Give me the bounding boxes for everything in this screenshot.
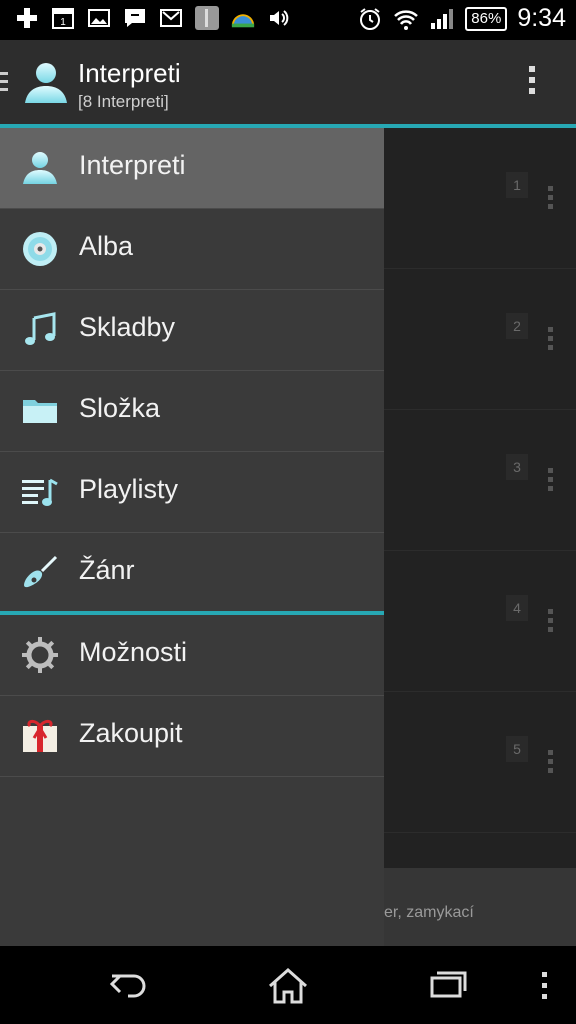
drawer-item-label: Skladby	[79, 312, 176, 342]
now-playing-strip[interactable]: er, zamykací	[384, 868, 576, 946]
status-bar: 1 86% 9:34	[0, 0, 576, 40]
recent-apps-icon[interactable]	[428, 966, 468, 1006]
drawer-item-label: Zakoupit	[79, 718, 183, 748]
drawer-indicator-icon[interactable]	[0, 72, 8, 94]
gear-icon	[20, 635, 60, 675]
album-disc-icon	[20, 229, 60, 269]
drawer-item-playlisty[interactable]: Playlisty	[0, 452, 384, 533]
item-menu-icon[interactable]	[548, 609, 554, 636]
list-item[interactable]: 1	[384, 128, 576, 269]
drawer-item-label: Playlisty	[79, 474, 179, 504]
wifi-icon	[393, 6, 419, 32]
drawer-item-skladby[interactable]: Skladby	[0, 290, 384, 371]
alarm-icon	[357, 6, 383, 32]
home-icon[interactable]	[266, 966, 310, 1006]
artist-avatar-icon[interactable]	[22, 58, 70, 106]
track-badge: 5	[506, 736, 528, 762]
message-icon	[122, 5, 148, 31]
battery-level: 86%	[465, 6, 508, 31]
calendar-icon: 1	[50, 5, 76, 31]
drawer-item-moznosti[interactable]: Možnosti	[0, 615, 384, 696]
playlist-icon	[20, 472, 60, 512]
weather-icon	[230, 5, 256, 31]
navigation-bar	[0, 946, 576, 1024]
clock: 9:34	[517, 4, 566, 32]
drawer-item-zakoupit[interactable]: Zakoupit	[0, 696, 384, 777]
page-title: Interpreti	[78, 58, 181, 88]
drawer-item-label: Alba	[79, 231, 134, 261]
artist-icon	[20, 148, 60, 188]
app-icon	[194, 5, 220, 31]
now-playing-text: er, zamykací	[384, 904, 474, 921]
overflow-menu-icon[interactable]	[522, 66, 542, 104]
background-list: 1 2 3 4 5	[384, 128, 576, 868]
drawer-item-zanr[interactable]: Žánr	[0, 533, 384, 614]
track-badge: 2	[506, 313, 528, 339]
track-badge: 3	[506, 454, 528, 480]
folder-icon	[20, 391, 60, 431]
volume-icon	[266, 5, 292, 31]
list-item[interactable]: 3	[384, 410, 576, 551]
menu-icon[interactable]	[540, 966, 550, 1006]
item-menu-icon[interactable]	[548, 750, 554, 777]
drawer-item-label: Interpreti	[79, 150, 186, 180]
navigation-drawer: Interpreti Alba Skladby Složka Playlisty…	[0, 128, 384, 946]
drawer-item-label: Žánr	[79, 555, 135, 585]
list-item[interactable]: 5	[384, 692, 576, 833]
guitar-icon	[20, 553, 60, 593]
drawer-item-alba[interactable]: Alba	[0, 209, 384, 290]
item-menu-icon[interactable]	[548, 327, 554, 354]
drawer-item-interpreti[interactable]: Interpreti	[0, 128, 384, 209]
item-menu-icon[interactable]	[548, 186, 554, 213]
list-item[interactable]: 4	[384, 551, 576, 692]
list-item[interactable]: 2	[384, 269, 576, 410]
track-badge: 4	[506, 595, 528, 621]
gift-icon	[20, 716, 60, 756]
page-subtitle: [8 Interpreti]	[78, 92, 169, 111]
drawer-item-slozka[interactable]: Složka	[0, 371, 384, 452]
item-menu-icon[interactable]	[548, 468, 554, 495]
drawer-item-label: Složka	[79, 393, 161, 423]
track-badge: 1	[506, 172, 528, 198]
add-icon	[14, 5, 40, 31]
back-icon[interactable]	[108, 966, 150, 1006]
signal-icon	[429, 6, 455, 32]
drawer-item-label: Možnosti	[79, 637, 188, 667]
image-icon	[86, 5, 112, 31]
gmail-icon	[158, 5, 184, 31]
music-note-icon	[20, 310, 60, 350]
svg-text:1: 1	[60, 17, 66, 28]
